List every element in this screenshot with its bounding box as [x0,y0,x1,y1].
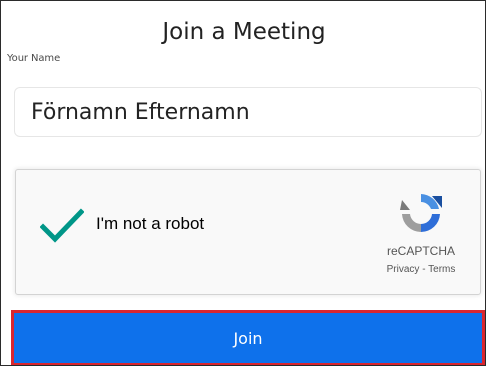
privacy-link[interactable]: Privacy [387,264,420,275]
links-separator: - [419,264,429,275]
your-name-label: Your Name [7,53,61,64]
join-meeting-page: Join a Meeting Your Name I'm not a robot… [0,0,486,366]
recaptcha-logo-icon [400,194,442,233]
not-a-robot-label: I'm not a robot [96,214,205,233]
checkmark-icon[interactable] [40,208,84,244]
recaptcha-brand-label: reCAPTCHA [386,244,455,258]
terms-link[interactable]: Terms [428,264,455,275]
your-name-input[interactable] [14,87,482,137]
recaptcha-links: Privacy - Terms [366,264,476,275]
page-title: Join a Meeting [162,19,326,45]
recaptcha-widget: I'm not a robot reCAPTCHA Privacy - Term… [15,169,481,295]
join-button[interactable]: Join [11,310,485,365]
